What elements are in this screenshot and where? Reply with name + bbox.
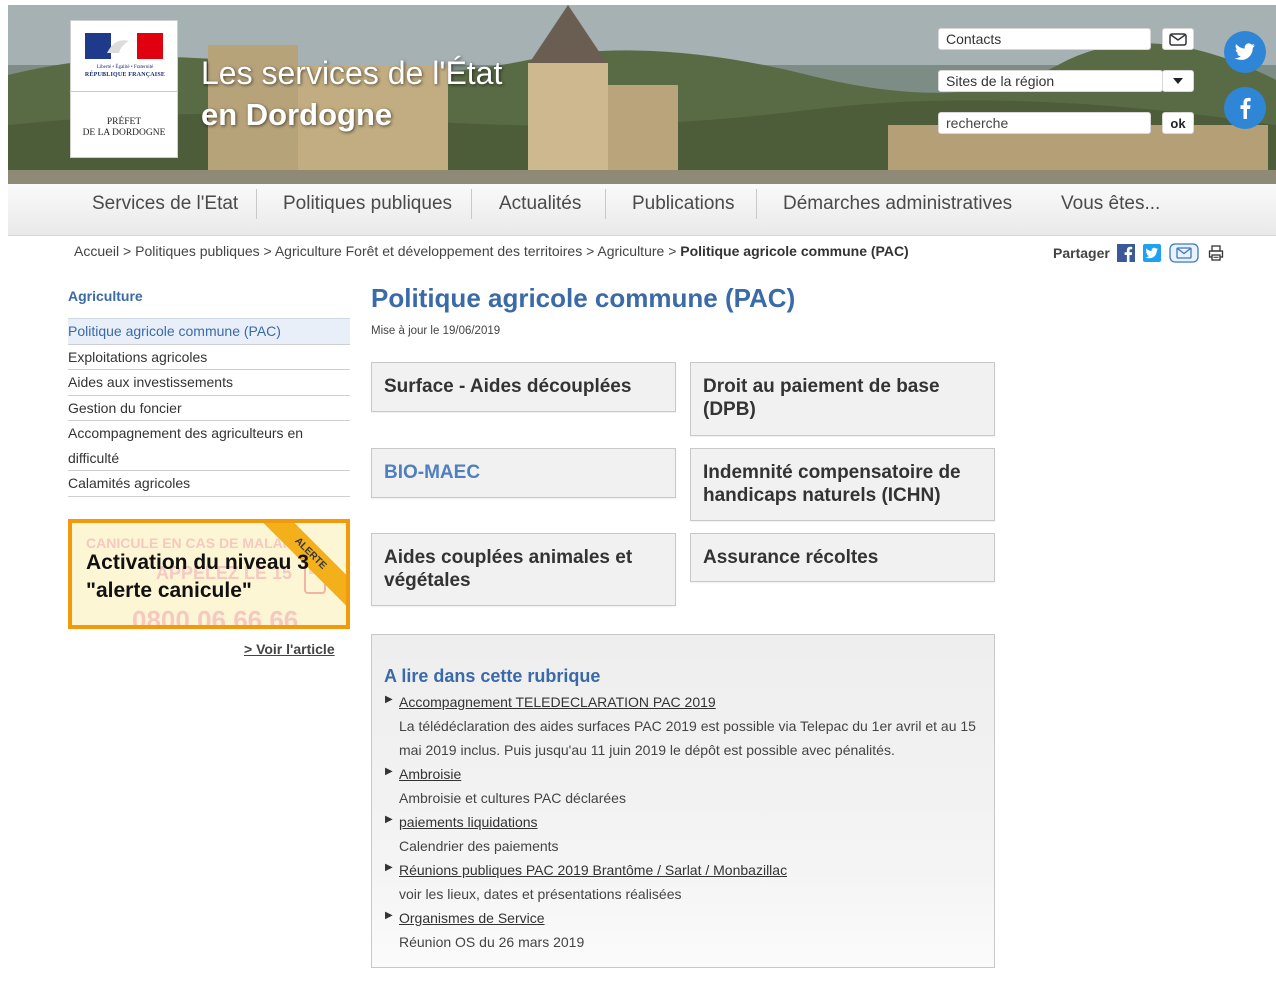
list-item: ▶ Organismes de Service Réunion OS du 26… [385, 906, 985, 954]
breadcrumb-item[interactable]: Agriculture Forêt et développement des t… [275, 243, 582, 259]
nav-divider [256, 189, 257, 219]
nav-divider [756, 189, 757, 219]
sidebar-menu: Politique agricole commune (PAC) Exploit… [68, 318, 350, 497]
nav-services-etat[interactable]: Services de l'Etat [92, 184, 238, 236]
tile-ichn[interactable]: Indemnité compensatoire de handicaps nat… [690, 448, 995, 521]
arrow-right-icon: ▶ [385, 862, 393, 873]
related-articles-title: A lire dans cette rubrique [384, 666, 601, 686]
nav-publications[interactable]: Publications [632, 184, 734, 236]
region-select[interactable]: Sites de la région [938, 70, 1163, 92]
breadcrumb-separator: > [259, 243, 275, 259]
logo-prefet-line2: DE LA DORDOGNE [82, 128, 166, 138]
logo-divider [71, 91, 177, 92]
print-icon [1208, 245, 1223, 261]
sidebar-title[interactable]: Agriculture [68, 288, 143, 304]
arrow-right-icon: ▶ [385, 814, 393, 825]
arrow-right-icon: ▶ [385, 766, 393, 777]
logo-motto: Liberté • Égalité • Fraternité [96, 65, 154, 70]
sidebar-item-calamites[interactable]: Calamités agricoles [68, 471, 350, 497]
list-item: ▶ Accompagnement TELEDECLARATION PAC 201… [385, 690, 985, 762]
site-title-line1[interactable]: Les services de l'État [201, 55, 502, 92]
tile-aides-couplees[interactable]: Aides couplées animales et végétales [371, 533, 676, 606]
site-title-line2[interactable]: en Dordogne [201, 97, 392, 133]
chevron-down-icon [1173, 78, 1183, 84]
sidebar-item-accompagnement[interactable]: Accompagnement des agriculteurs en diffi… [68, 421, 350, 471]
canicule-alert-banner[interactable]: CANICULE EN CAS DE MALAISE APPELEZ LE 15… [68, 519, 350, 629]
nav-divider [605, 189, 606, 219]
breadcrumb-item[interactable]: Politiques publiques [135, 243, 260, 259]
mail-icon [1169, 32, 1187, 46]
article-description: Réunion OS du 26 mars 2019 [399, 934, 585, 950]
contacts-mail-button[interactable] [1162, 28, 1194, 50]
article-description: Ambroisie et cultures PAC déclarées [399, 790, 626, 806]
tile-assurance-recoltes[interactable]: Assurance récoltes [690, 533, 995, 582]
nav-vous-etes[interactable]: Vous êtes... [1061, 184, 1160, 236]
sidebar-item-aides-investissements[interactable]: Aides aux investissements [68, 370, 350, 396]
breadcrumb-current: Politique agricole commune (PAC) [680, 243, 909, 259]
contacts-link[interactable]: Contacts [938, 28, 1151, 50]
logo-prefet: PRÉFET DE LA DORDOGNE [73, 117, 175, 139]
breadcrumb-separator: > [119, 243, 136, 259]
article-description: voir les lieux, dates et présentations r… [399, 886, 682, 902]
article-description: Calendrier des paiements [399, 838, 559, 854]
alert-title: Activation du niveau 3 "alerte canicule" [86, 551, 309, 602]
main-navigation: Services de l'Etat Politiques publiques … [8, 184, 1276, 236]
sidebar-item-exploitations[interactable]: Exploitations agricoles [68, 345, 350, 370]
search-submit-button[interactable]: ok [1162, 112, 1194, 134]
share-twitter-button[interactable] [1142, 244, 1161, 262]
breadcrumb: Accueil > Politiques publiques > Agricul… [74, 243, 909, 259]
tile-bio-maec[interactable]: BIO-MAEC [371, 448, 676, 498]
share-facebook-button[interactable] [1116, 244, 1135, 262]
logo-republic: RÉPUBLIQUE FRANÇAISE [84, 72, 166, 78]
share-email-button[interactable] [1169, 243, 1199, 263]
marianne-flag-icon [85, 33, 163, 59]
twitter-button[interactable] [1224, 31, 1266, 73]
related-articles-list: ▶ Accompagnement TELEDECLARATION PAC 201… [385, 690, 985, 954]
breadcrumb-separator: > [582, 243, 598, 259]
list-item: ▶ Réunions publiques PAC 2019 Brantôme /… [385, 858, 985, 906]
facebook-icon [1116, 244, 1135, 262]
facebook-button[interactable] [1224, 87, 1266, 129]
arrow-right-icon: ▶ [385, 910, 393, 921]
list-item: ▶ Ambroisie Ambroisie et cultures PAC dé… [385, 762, 985, 810]
page-title: Politique agricole commune (PAC) [371, 283, 796, 313]
article-link[interactable]: Accompagnement TELEDECLARATION PAC 2019 [399, 690, 985, 714]
print-button[interactable] [1207, 244, 1225, 262]
region-select-toggle[interactable] [1162, 70, 1194, 92]
article-link[interactable]: Ambroisie [399, 762, 985, 786]
article-link[interactable]: Réunions publiques PAC 2019 Brantôme / S… [399, 858, 985, 882]
nav-demarches-administratives[interactable]: Démarches administratives [783, 184, 1012, 236]
tile-surface-aides-decouplees[interactable]: Surface - Aides découplées [371, 362, 676, 412]
alert-background-text: 0800 06 66 66 [132, 605, 299, 629]
twitter-icon [1142, 244, 1161, 262]
facebook-icon [1240, 97, 1251, 119]
nav-divider [471, 189, 472, 219]
mail-icon [1169, 243, 1199, 263]
sidebar-item-gestion-foncier[interactable]: Gestion du foncier [68, 396, 350, 421]
related-articles-panel: A lire dans cette rubrique ▶ Accompagnem… [371, 634, 995, 968]
twitter-icon [1234, 43, 1255, 60]
breadcrumb-item[interactable]: Agriculture [597, 243, 664, 259]
nav-politiques-publiques[interactable]: Politiques publiques [283, 184, 452, 236]
breadcrumb-separator: > [664, 243, 681, 259]
article-description: La télédéclaration des aides surfaces PA… [399, 718, 976, 758]
voir-article-link[interactable]: > Voir l'article [244, 641, 335, 657]
update-date: Mise à jour le 19/06/2019 [371, 325, 501, 337]
site-header: Liberté • Égalité • Fraternité RÉPUBLIQU… [8, 5, 1276, 188]
share-bar: Partager [1053, 243, 1233, 263]
search-input[interactable]: recherche [938, 112, 1151, 134]
breadcrumb-item[interactable]: Accueil [74, 243, 119, 259]
article-link[interactable]: paiements liquidations [399, 810, 985, 834]
sidebar-item-pac[interactable]: Politique agricole commune (PAC) [68, 318, 350, 345]
share-label: Partager [1053, 245, 1110, 261]
prefecture-logo[interactable]: Liberté • Égalité • Fraternité RÉPUBLIQU… [70, 20, 178, 158]
tile-droit-paiement-base[interactable]: Droit au paiement de base (DPB) [690, 362, 995, 436]
arrow-right-icon: ▶ [385, 694, 393, 705]
article-link[interactable]: Organismes de Service [399, 906, 985, 930]
nav-actualites[interactable]: Actualités [499, 184, 581, 236]
list-item: ▶ paiements liquidations Calendrier des … [385, 810, 985, 858]
logo-prefet-line1: PRÉFET [106, 117, 142, 127]
